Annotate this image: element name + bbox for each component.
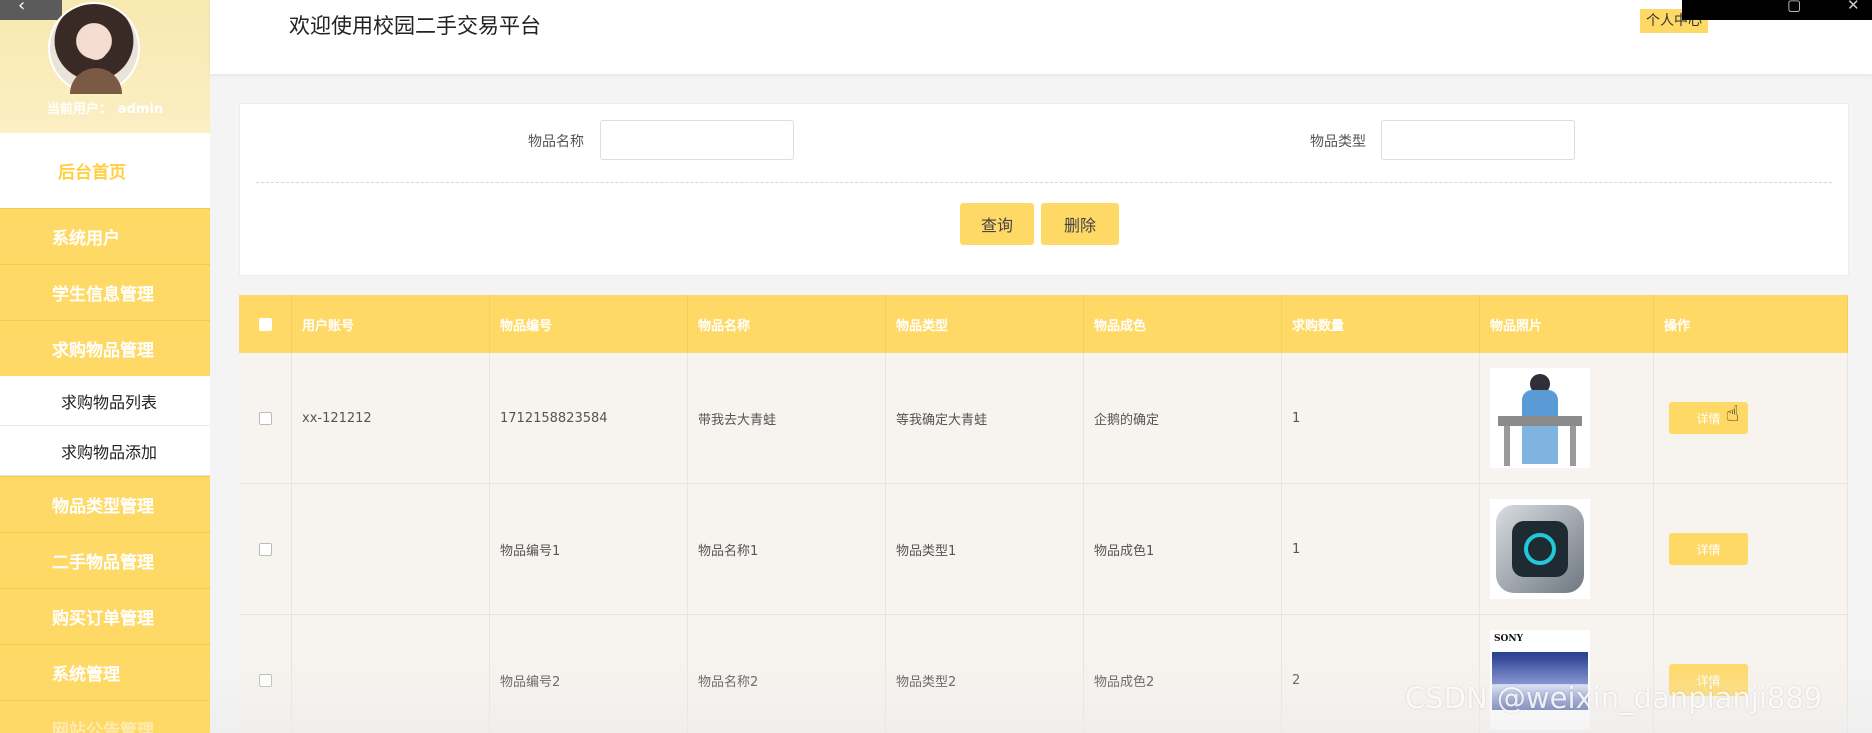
col-header: 用户账号 xyxy=(292,295,490,353)
cell-type: 等我确定大青蛙 xyxy=(886,353,1084,484)
col-header: 操作 xyxy=(1654,295,1848,353)
detail-button[interactable]: 详情 xyxy=(1669,533,1748,565)
current-user-name: admin xyxy=(117,102,164,117)
table-header: 用户账号 物品编号 物品名称 物品类型 物品成色 求购数量 物品照片 操作 xyxy=(239,295,1852,353)
search-panel: 物品名称 物品类型 查询 删除 xyxy=(239,103,1849,276)
item-type-label: 物品类型 xyxy=(1310,134,1366,150)
row-select-cell xyxy=(239,353,292,484)
menu-system[interactable]: 系统管理 xyxy=(0,644,210,700)
row-checkbox[interactable] xyxy=(258,673,272,687)
cell-qty: 1 xyxy=(1282,353,1480,484)
cell-qty: 1 xyxy=(1282,484,1480,615)
select-all-cell xyxy=(239,295,292,353)
cell-account xyxy=(292,615,490,733)
cell-photo: SONY xyxy=(1480,615,1654,733)
query-button[interactable]: 查询 xyxy=(960,203,1034,245)
cell-condition: 企鹅的确定 xyxy=(1084,353,1282,484)
submenu-wanted-list[interactable]: 求购物品列表 xyxy=(0,376,210,426)
hand-cursor-icon: ☝ xyxy=(1726,402,1740,427)
select-all-checkbox[interactable] xyxy=(258,317,272,331)
pc-image xyxy=(1490,499,1590,599)
cell-account: xx-121212 xyxy=(292,353,490,484)
cell-type: 物品类型2 xyxy=(886,615,1084,733)
col-header: 物品名称 xyxy=(688,295,886,353)
cell-photo xyxy=(1480,353,1654,484)
back-arrow-icon[interactable]: ‹ xyxy=(0,0,62,20)
cell-name: 物品名称2 xyxy=(688,615,886,733)
submenu-wanted-add[interactable]: 求购物品添加 xyxy=(0,426,210,476)
cell-name: 物品名称1 xyxy=(688,484,886,615)
watermark: CSDN @weixin_danpianji889 xyxy=(1405,681,1823,715)
tv-image: SONY xyxy=(1490,630,1590,730)
row-checkbox[interactable] xyxy=(258,542,272,556)
row-select-cell xyxy=(239,615,292,733)
menu-system-users[interactable]: 系统用户 xyxy=(0,208,210,264)
cell-code: 1712158823584 xyxy=(490,353,688,484)
cell-photo xyxy=(1480,484,1654,615)
divider xyxy=(256,182,1832,183)
cell-code: 物品编号2 xyxy=(490,615,688,733)
avatar xyxy=(48,2,140,94)
item-type-input[interactable] xyxy=(1381,120,1575,160)
row-select-cell xyxy=(239,484,292,615)
menu-second-hand[interactable]: 二手物品管理 xyxy=(0,532,210,588)
cell-qty: 2 xyxy=(1282,615,1480,733)
close-icon[interactable]: ✕ xyxy=(1847,0,1860,14)
menu-notices[interactable]: 网站公告管理 xyxy=(0,700,210,733)
col-header: 物品成色 xyxy=(1084,295,1282,353)
table-row: xx-121212 1712158823584 带我去大青蛙 等我确定大青蛙 企… xyxy=(239,353,1852,484)
menu-student-info[interactable]: 学生信息管理 xyxy=(0,264,210,320)
item-name-label: 物品名称 xyxy=(528,134,584,150)
col-header: 物品照片 xyxy=(1480,295,1654,353)
cell-action: 详情 xyxy=(1654,615,1848,733)
cell-name: 带我去大青蛙 xyxy=(688,353,886,484)
menu-wanted-items[interactable]: 求购物品管理 xyxy=(0,320,210,376)
menu-item-types[interactable]: 物品类型管理 xyxy=(0,476,210,532)
col-header: 物品编号 xyxy=(490,295,688,353)
cell-action: 详情 xyxy=(1654,353,1848,484)
data-table: 用户账号 物品编号 物品名称 物品类型 物品成色 求购数量 物品照片 操作 xx… xyxy=(239,295,1852,733)
cell-code: 物品编号1 xyxy=(490,484,688,615)
cell-type: 物品类型1 xyxy=(886,484,1084,615)
menu-orders[interactable]: 购买订单管理 xyxy=(0,588,210,644)
menu-home[interactable]: 后台首页 xyxy=(0,133,210,208)
col-header: 物品类型 xyxy=(886,295,1084,353)
profile-panel: ‹ 当前用户： admin xyxy=(0,0,210,133)
cell-condition: 物品成色2 xyxy=(1084,615,1282,733)
window-controls: ▢ ✕ xyxy=(1682,0,1872,20)
sidebar: ‹ 当前用户： admin 后台首页 系统用户 学生信息管理 求购物品管理 求购物… xyxy=(0,0,210,733)
item-name-input[interactable] xyxy=(600,120,794,160)
tv-brand: SONY xyxy=(1494,634,1523,644)
top-header: 欢迎使用校园二手交易平台 个人中心 xyxy=(210,0,1872,74)
student-image xyxy=(1490,368,1590,468)
maximize-icon[interactable]: ▢ xyxy=(1787,0,1801,14)
delete-button[interactable]: 删除 xyxy=(1041,203,1119,245)
cell-action: 详情 xyxy=(1654,484,1848,615)
page-title: 欢迎使用校园二手交易平台 xyxy=(289,14,541,38)
row-checkbox[interactable] xyxy=(258,411,272,425)
current-user-label: 当前用户： xyxy=(46,102,112,117)
table-row: 物品编号2 物品名称2 物品类型2 物品成色2 2 SONY 详情 xyxy=(239,615,1852,733)
col-header: 求购数量 xyxy=(1282,295,1480,353)
cell-account xyxy=(292,484,490,615)
table-row: 物品编号1 物品名称1 物品类型1 物品成色1 1 详情 xyxy=(239,484,1852,615)
current-user: 当前用户： admin xyxy=(0,98,210,117)
cell-condition: 物品成色1 xyxy=(1084,484,1282,615)
